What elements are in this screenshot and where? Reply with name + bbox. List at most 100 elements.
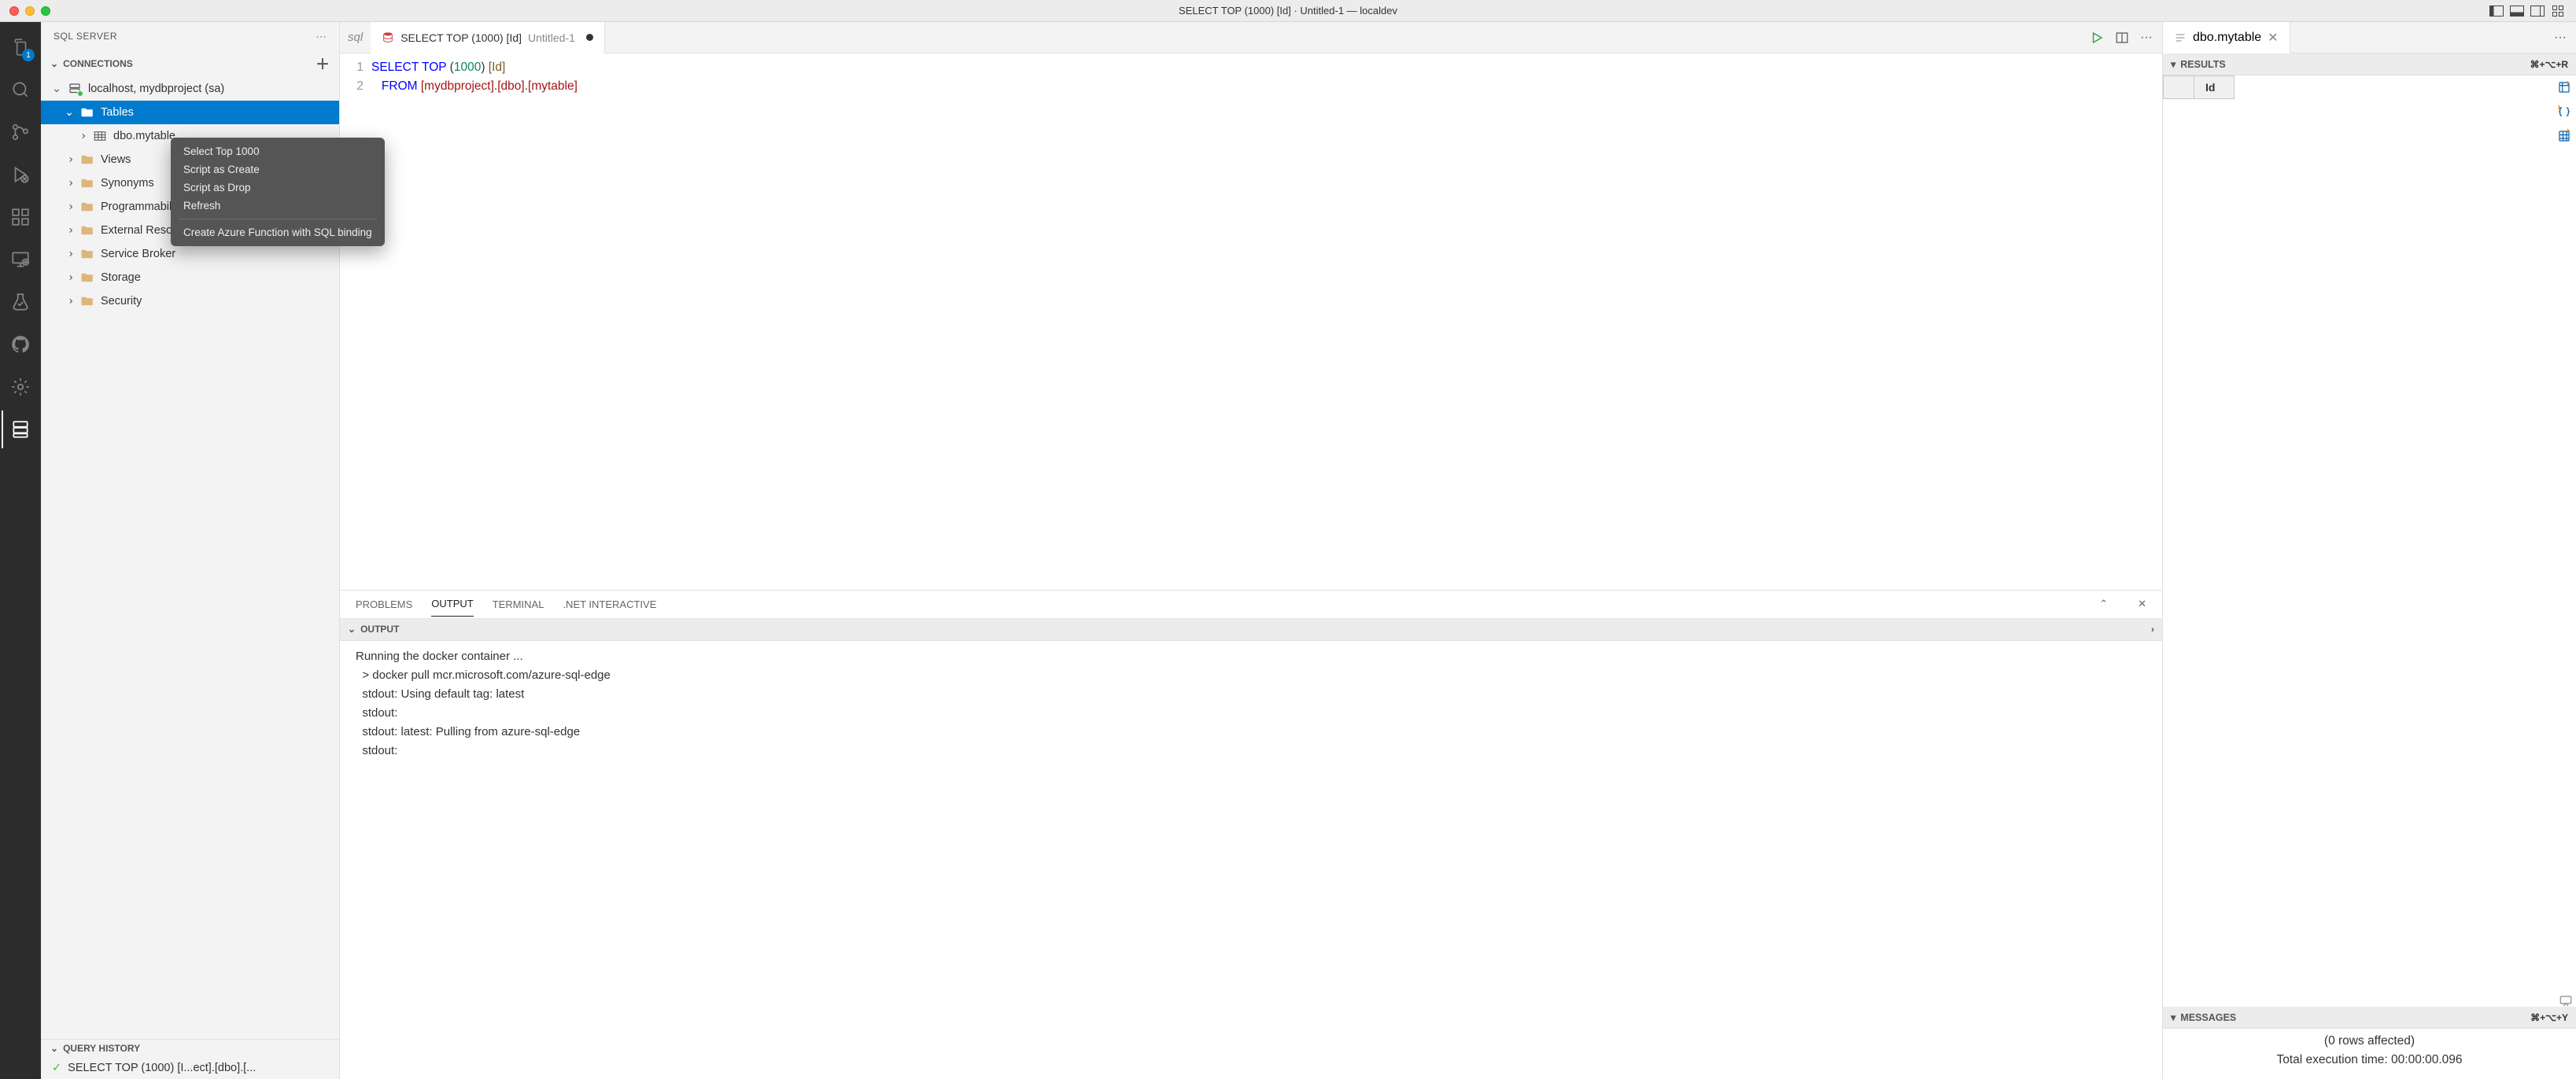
cm-script-as-drop[interactable]: Script as Drop [171,179,385,197]
chevron-down-icon: ⌄ [348,624,356,635]
remote-explorer-icon[interactable] [2,241,39,278]
folder-icon [80,294,94,308]
preview-icon [2174,31,2187,44]
tree-label: Security [101,295,142,307]
tree-label: dbo.mytable [113,130,175,142]
row-number-header [2164,76,2194,99]
chevron-right-icon: ⌄ [63,296,76,306]
more-actions-icon[interactable]: ··· [316,31,327,42]
traffic-lights [9,6,50,16]
folder-icon [80,176,94,190]
messages-shortcut: ⌘+⌥+Y [2530,1012,2568,1023]
editor-tab[interactable]: SELECT TOP (1000) [Id] Untitled-1 [371,22,605,53]
folder-icon [80,153,94,167]
triangle-down-icon: ▾ [2171,1011,2176,1023]
window-title: SELECT TOP (1000) [Id] · Untitled-1 — lo… [1179,5,1397,17]
panel: PROBLEMS OUTPUT TERMINAL .NET INTERACTIV… [340,590,2162,1079]
editor-tab-actions: ··· [2080,31,2162,45]
results-label: RESULTS [2180,59,2225,70]
more-actions-icon[interactable]: ··· [2140,31,2153,45]
split-editor-icon[interactable] [2115,31,2129,45]
messages-section-header[interactable]: ▾ MESSAGES ⌘+⌥+Y [2163,1007,2576,1029]
chevron-down-icon: ⌄ [52,83,61,95]
extensions-icon[interactable] [2,198,39,236]
cm-refresh[interactable]: Refresh [171,197,385,215]
query-history-header[interactable]: ⌄ QUERY HISTORY [41,1040,339,1057]
customize-layout-icon[interactable] [2549,5,2567,17]
peeked-tab[interactable]: sql [340,31,371,44]
toggle-secondary-sidebar-icon[interactable] [2529,5,2546,17]
code-editor[interactable]: 1 2 SELECT TOP (1000) [Id] FROM [mydbpro… [340,53,2162,101]
save-excel-icon[interactable] [2557,129,2571,143]
chevron-right-icon: ⌄ [63,273,76,282]
security-node[interactable]: ⌄ Security [41,289,339,313]
minimize-window-button[interactable] [25,6,35,16]
panel-maximize-icon[interactable]: ⌃ [2099,598,2108,610]
query-history-item[interactable]: ✓ SELECT TOP (1000) [I...ect].[dbo].[... [41,1057,339,1079]
tables-node[interactable]: ⌄ Tables [41,101,339,124]
connections-section-header[interactable]: ⌄ CONNECTIONS ＋ [41,50,339,77]
chevron-down-icon: ⌄ [50,1043,58,1054]
toggle-primary-sidebar-icon[interactable] [2488,5,2505,17]
results-section-header[interactable]: ▾ RESULTS ⌘+⌥+R [2163,53,2576,75]
panel-tab-dotnet[interactable]: .NET INTERACTIVE [563,592,656,617]
results-tab[interactable]: dbo.mytable ✕ [2163,22,2290,53]
results-tabbar: dbo.mytable ✕ ··· [2163,22,2576,53]
output-line: stdout: latest: Pulling from azure-sql-e… [356,723,2146,742]
source-control-icon[interactable] [2,113,39,151]
results-tab-label: dbo.mytable [2193,31,2261,45]
sql-server-icon[interactable] [2,411,39,448]
chevron-right-icon[interactable]: › [2151,624,2154,635]
toggle-panel-icon[interactable] [2508,5,2526,17]
sidebar-header: SQL SERVER ··· [41,22,339,50]
feedback-icon[interactable] [2559,994,2573,1008]
chevron-down-icon: ⌄ [50,58,58,69]
results-grid[interactable]: Id [2163,75,2552,1007]
save-json-icon[interactable] [2557,105,2571,118]
output-line: > docker pull mcr.microsoft.com/azure-sq… [356,666,2146,685]
search-icon[interactable] [2,71,39,109]
layout-controls [2488,5,2567,17]
save-csv-icon[interactable] [2557,80,2571,94]
rows-affected-text: (0 rows affected) [2179,1032,2560,1051]
results-shortcut: ⌘+⌥+R [2530,59,2568,70]
storage-node[interactable]: ⌄ Storage [41,266,339,289]
run-query-icon[interactable] [2090,31,2104,45]
output-section-header[interactable]: ⌄ OUTPUT › [340,619,2162,641]
tree-label: Service Broker [101,248,175,260]
close-window-button[interactable] [9,6,19,16]
chevron-right-icon: ⌄ [63,249,76,259]
add-connection-icon[interactable]: ＋ [316,53,330,74]
cm-script-as-create[interactable]: Script as Create [171,160,385,179]
testing-icon[interactable] [2,283,39,321]
github-icon[interactable] [2,326,39,363]
cm-select-top-1000[interactable]: Select Top 1000 [171,142,385,160]
line-number: 1 [340,58,364,77]
editor-group: sql SELECT TOP (1000) [Id] Untitled-1 ··… [340,22,2163,1079]
maximize-window-button[interactable] [41,6,50,16]
explorer-icon[interactable]: 1 [2,28,39,66]
more-actions-icon[interactable]: ··· [2554,31,2567,44]
line-number: 2 [340,77,364,96]
chevron-right-icon: ⌄ [63,202,76,212]
folder-icon [80,200,94,214]
query-history-section: ⌄ QUERY HISTORY ✓ SELECT TOP (1000) [I..… [41,1039,339,1079]
column-header-id[interactable]: Id [2194,76,2235,99]
panel-close-icon[interactable]: ✕ [2138,598,2146,610]
panel-tab-output[interactable]: OUTPUT [431,591,473,617]
folder-icon [80,105,94,120]
output-label: OUTPUT [360,624,399,635]
output-line: stdout: [356,742,2146,760]
panel-tab-problems[interactable]: PROBLEMS [356,592,412,617]
tree-label: Synonyms [101,177,154,190]
output-line: stdout: Using default tag: latest [356,685,2146,704]
run-debug-icon[interactable] [2,156,39,193]
chevron-right-icon: ⌄ [63,179,76,188]
close-icon[interactable]: ✕ [2268,30,2278,46]
settings-gear-icon[interactable] [2,368,39,406]
connection-row[interactable]: ⌄ localhost, mydbproject (sa) [41,77,339,101]
window-titlebar: SELECT TOP (1000) [Id] · Untitled-1 — lo… [0,0,2576,22]
output-body[interactable]: Running the docker container ... > docke… [340,641,2162,1079]
cm-create-azure-function[interactable]: Create Azure Function with SQL binding [171,223,385,241]
panel-tab-terminal[interactable]: TERMINAL [493,592,544,617]
